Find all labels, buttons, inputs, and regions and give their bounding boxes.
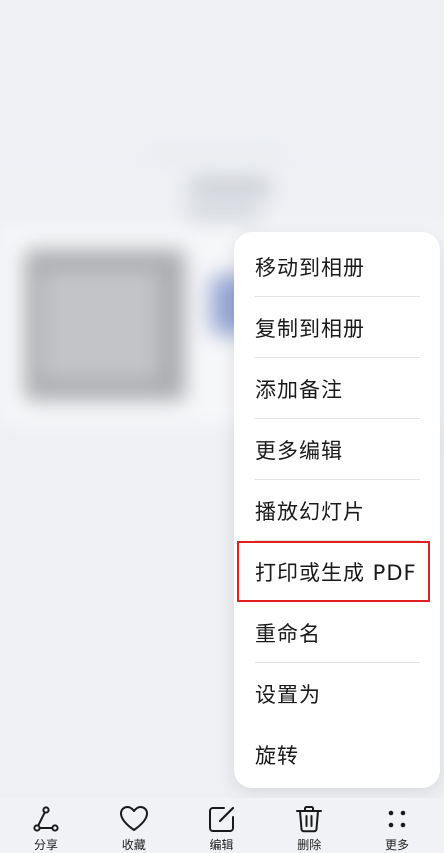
more-button[interactable]: 更多: [367, 798, 427, 853]
menu-item-label: 添加备注: [255, 377, 343, 402]
edit-button[interactable]: 编辑: [192, 798, 252, 853]
screen: 移动到相册 复制到相册 添加备注 更多编辑 播放幻灯片 打印或生成 PDF 重命…: [0, 0, 444, 853]
favorite-label: 收藏: [121, 838, 146, 852]
menu-item-print-or-pdf[interactable]: 打印或生成 PDF: [237, 541, 430, 602]
menu-item-rotate[interactable]: 旋转: [234, 724, 440, 785]
menu-item-label: 复制到相册: [255, 316, 365, 341]
menu-item-label: 旋转: [255, 743, 299, 768]
heart-icon: [119, 806, 148, 831]
menu-item-more-edit[interactable]: 更多编辑: [234, 419, 440, 480]
background-header: [0, 0, 444, 150]
background-subtitle: [186, 206, 261, 220]
menu-item-copy-to-album[interactable]: 复制到相册: [234, 297, 440, 358]
edit-icon: [208, 806, 234, 832]
share-label: 分享: [33, 838, 58, 852]
delete-button[interactable]: 删除: [279, 798, 339, 853]
background-title: [190, 178, 270, 196]
delete-label: 删除: [297, 838, 322, 852]
menu-item-move-to-album[interactable]: 移动到相册: [234, 236, 440, 297]
menu-item-label: 打印或生成 PDF: [255, 560, 417, 585]
menu-item-rename[interactable]: 重命名: [234, 602, 440, 663]
edit-label: 编辑: [209, 838, 234, 852]
background-divider: [150, 148, 280, 152]
more-options-menu: 移动到相册 复制到相册 添加备注 更多编辑 播放幻灯片 打印或生成 PDF 重命…: [234, 232, 440, 788]
share-icon: [33, 806, 59, 832]
menu-item-label: 移动到相册: [255, 255, 365, 280]
more-dots-icon: [388, 810, 406, 828]
share-button[interactable]: 分享: [16, 798, 76, 853]
menu-item-label: 播放幻灯片: [255, 499, 365, 524]
menu-item-label: 更多编辑: [255, 438, 343, 463]
background-photo-detail: [40, 270, 160, 380]
menu-item-label: 重命名: [255, 621, 321, 646]
trash-icon: [296, 806, 323, 833]
more-label: 更多: [384, 838, 409, 852]
favorite-button[interactable]: 收藏: [104, 798, 164, 853]
menu-item-slideshow[interactable]: 播放幻灯片: [234, 480, 440, 541]
menu-item-add-note[interactable]: 添加备注: [234, 358, 440, 419]
bottom-toolbar: 分享 收藏 编辑 删除 更多: [0, 798, 444, 853]
menu-item-set-as[interactable]: 设置为: [234, 663, 440, 724]
menu-item-label: 设置为: [255, 682, 321, 707]
